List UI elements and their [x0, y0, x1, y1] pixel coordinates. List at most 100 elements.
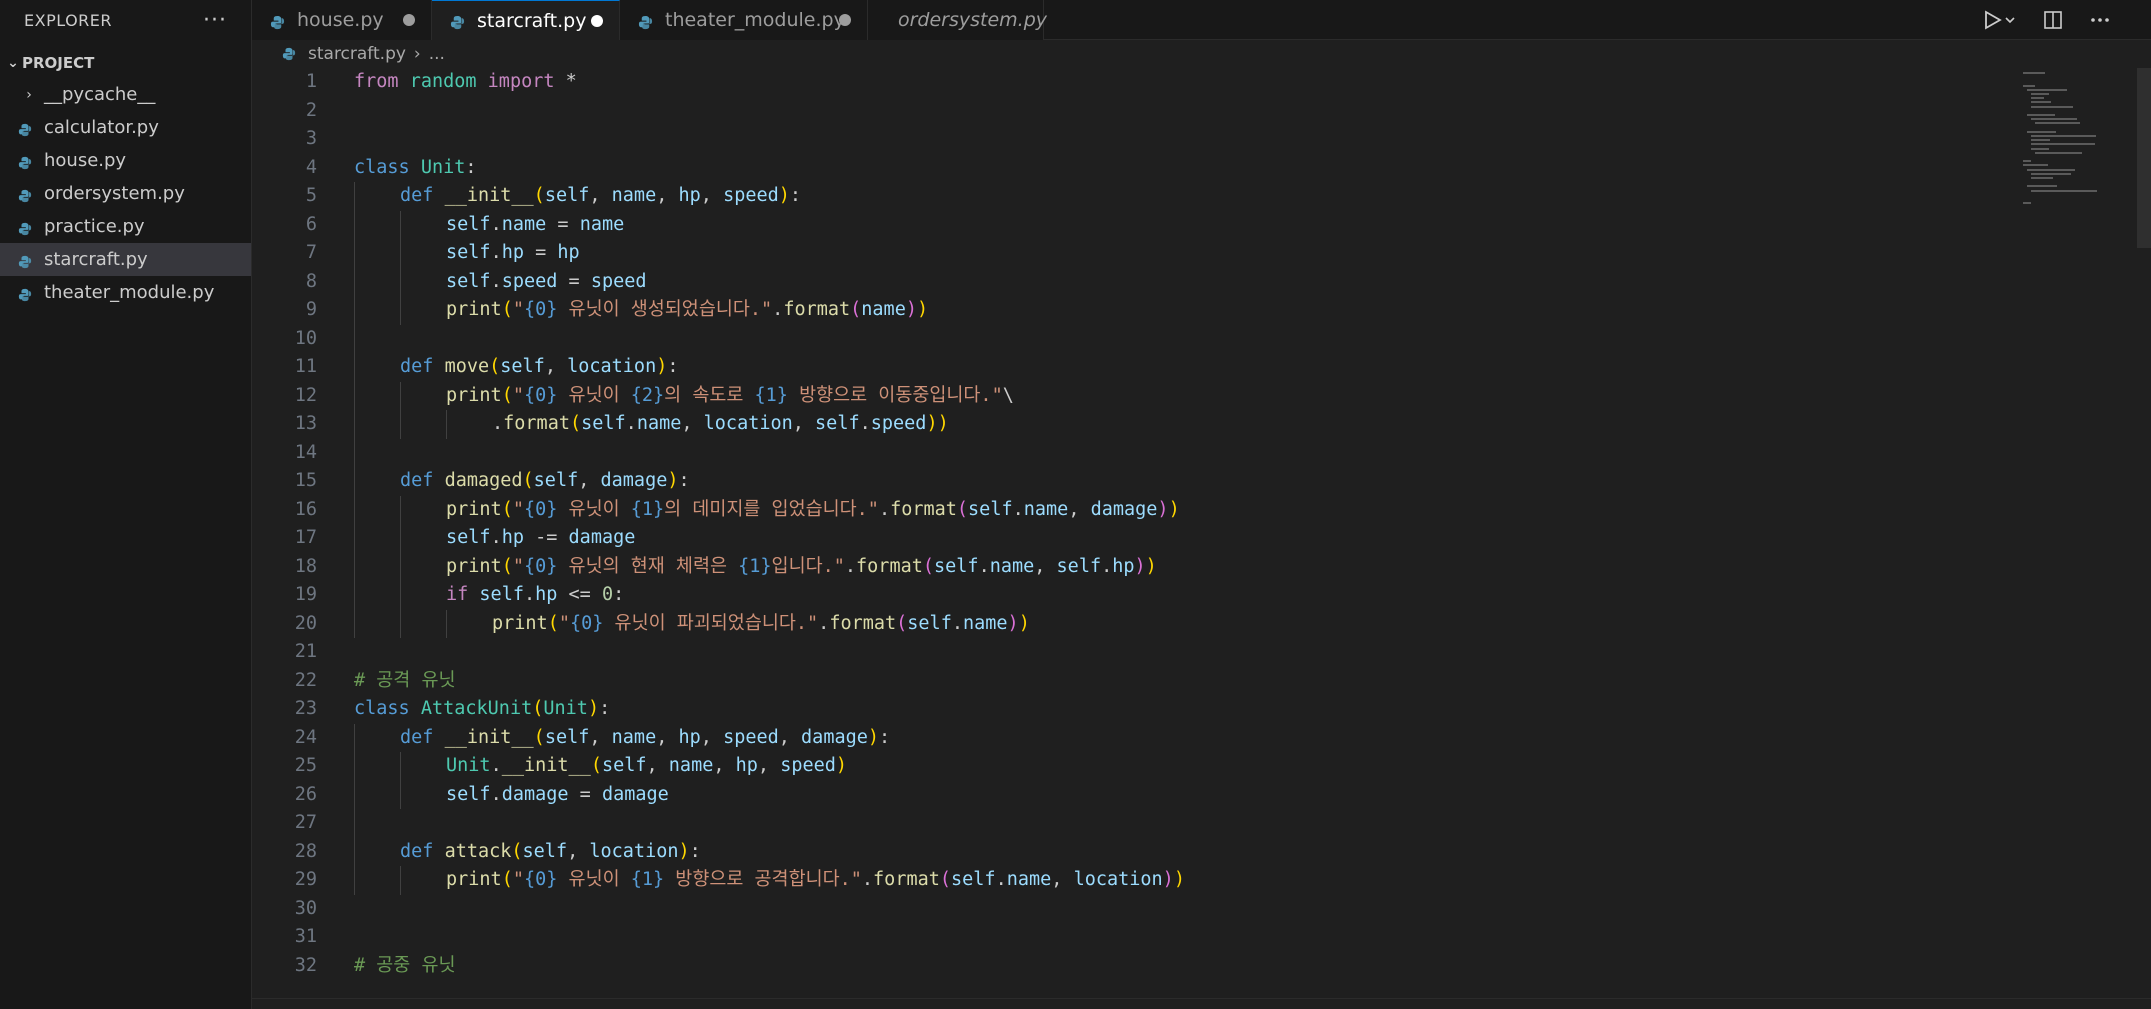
- code-line[interactable]: 7 self.hp = hp: [252, 239, 2151, 268]
- code-line[interactable]: 17 self.hp -= damage: [252, 524, 2151, 553]
- python-file-icon: [450, 13, 465, 30]
- code-line[interactable]: 8 self.speed = speed: [252, 268, 2151, 297]
- code-line[interactable]: 24 def __init__(self, name, hp, speed, da…: [252, 724, 2151, 753]
- unsaved-dot-icon[interactable]: [839, 14, 851, 26]
- indent-guide: [400, 381, 401, 439]
- line-number: 32: [294, 954, 317, 976]
- explorer-more-button[interactable]: ···: [203, 8, 227, 33]
- unsaved-dot-icon[interactable]: [591, 15, 603, 27]
- unsaved-dot-icon[interactable]: [403, 14, 415, 26]
- code-text: def __init__(self, name, hp, speed):: [400, 185, 802, 206]
- more-actions-icon[interactable]: [2089, 10, 2111, 30]
- line-number: 31: [294, 926, 317, 947]
- code-line[interactable]: 6 self.name = name: [252, 211, 2151, 240]
- line-number: 29: [294, 869, 317, 890]
- tree-file[interactable]: house.py: [0, 144, 251, 177]
- code-line[interactable]: 18 print("{0} 유닛의 현재 체력은 {1}입니다.".format(…: [252, 553, 2151, 582]
- code-line[interactable]: 3: [252, 125, 2151, 154]
- tree-item-label: starcraft.py: [44, 249, 148, 270]
- code-line[interactable]: 15 def damaged(self, damage):: [252, 467, 2151, 496]
- line-number: 18: [294, 555, 317, 577]
- minimap-line: [2027, 168, 2076, 171]
- code-line[interactable]: 27: [252, 809, 2151, 838]
- code-line[interactable]: 2: [252, 97, 2151, 126]
- horizontal-scrollbar[interactable]: [252, 998, 2151, 1009]
- editor-tab[interactable]: theater_module.py: [620, 0, 868, 40]
- code-line[interactable]: 11 def move(self, location):: [252, 353, 2151, 382]
- tree-file[interactable]: theater_module.py: [0, 276, 251, 309]
- code-text: print("{0} 유닛이 {2}의 속도로 {1} 방향으로 이동중입니다.…: [446, 384, 1014, 406]
- code-line[interactable]: 32 # 공중 유닛: [252, 952, 2151, 981]
- code-text: print("{0} 유닛의 현재 체력은 {1}입니다.".format(se…: [446, 555, 1157, 577]
- code-line[interactable]: 4 class Unit:: [252, 154, 2151, 183]
- code-text: self.damage = damage: [446, 783, 669, 805]
- code-line[interactable]: 1 from random import *: [252, 68, 2151, 97]
- indent-guide: [400, 866, 401, 895]
- editor-actions: [1983, 0, 2111, 40]
- code-line[interactable]: 5 def __init__(self, name, hp, speed):: [252, 182, 2151, 211]
- line-number: 12: [294, 384, 317, 406]
- minimap-line: [2035, 151, 2083, 154]
- tab-label: starcraft.py: [477, 9, 587, 32]
- line-number: 30: [294, 897, 317, 919]
- code-line[interactable]: 26 self.damage = damage: [252, 781, 2151, 810]
- minimap-line: [2023, 84, 2036, 87]
- line-number: 14: [294, 441, 317, 463]
- tree-file[interactable]: practice.py: [0, 210, 251, 243]
- minimap-line: [2031, 143, 2095, 146]
- tree-folder[interactable]: › __pycache__: [0, 78, 251, 111]
- code-line[interactable]: 22 # 공격 유닛: [252, 667, 2151, 696]
- code-text: self.name = name: [446, 213, 625, 235]
- code-line[interactable]: 28 def attack(self, location):: [252, 838, 2151, 867]
- code-line[interactable]: 31: [252, 923, 2151, 952]
- editor-tab[interactable]: ordersystem.py: [868, 0, 1047, 40]
- minimap-line: [2031, 118, 2078, 121]
- code-line[interactable]: 12 print("{0} 유닛이 {2}의 속도로 {1} 방향으로 이동중입니…: [252, 382, 2151, 411]
- chevron-right-icon: ›: [413, 44, 421, 64]
- vertical-scrollbar[interactable]: [2137, 68, 2151, 248]
- code-editor[interactable]: 1 from random import * 2 3 4 class Unit: 5 def …: [252, 68, 2151, 1009]
- code-line[interactable]: 23 class AttackUnit(Unit):: [252, 695, 2151, 724]
- code-line[interactable]: 21: [252, 638, 2151, 667]
- tree-item-label: practice.py: [44, 216, 145, 237]
- project-folder-header[interactable]: ⌄ PROJECT: [0, 48, 251, 78]
- breadcrumb-file[interactable]: starcraft.py: [308, 44, 406, 64]
- split-editor-icon[interactable]: [2043, 10, 2063, 30]
- line-number: 2: [305, 99, 317, 121]
- minimap-line: [2027, 88, 2067, 91]
- line-number: 5: [305, 185, 317, 206]
- line-number: 1: [305, 71, 317, 92]
- code-line[interactable]: 25 Unit.__init__(self, name, hp, speed): [252, 752, 2151, 781]
- code-line[interactable]: 20 print("{0} 유닛이 파괴되었습니다.".format(self.n…: [252, 610, 2151, 639]
- tree-file[interactable]: starcraft.py: [0, 243, 251, 276]
- tree-file[interactable]: ordersystem.py: [0, 177, 251, 210]
- indent-guide: [400, 752, 401, 809]
- code-line[interactable]: 13 .format(self.name, location, self.spee…: [252, 410, 2151, 439]
- code-line[interactable]: 9 print("{0} 유닛이 생성되었습니다.".format(name)): [252, 296, 2151, 325]
- tree-file[interactable]: calculator.py: [0, 111, 251, 144]
- editor-tab[interactable]: starcraft.py: [432, 0, 620, 40]
- line-number: 11: [294, 356, 317, 377]
- code-text: def __init__(self, name, hp, speed, dama…: [400, 726, 891, 748]
- code-line[interactable]: 29 print("{0} 유닛이 {1} 방향으로 공격합니다.".format…: [252, 866, 2151, 895]
- code-line[interactable]: 10: [252, 325, 2151, 354]
- code-line[interactable]: 19 if self.hp <= 0:: [252, 581, 2151, 610]
- tree-item-label: theater_module.py: [44, 282, 215, 303]
- indent-guide: [446, 609, 447, 638]
- run-icon[interactable]: [1983, 10, 2017, 30]
- line-number: 7: [305, 242, 317, 263]
- editor-tab-bar: house.py starcraft.py theater_module.py ord…: [252, 0, 2151, 40]
- minimap[interactable]: [2023, 72, 2123, 392]
- code-text: print("{0} 유닛이 {1} 방향으로 공격합니다.".format(s…: [446, 869, 1185, 890]
- code-line[interactable]: 14: [252, 439, 2151, 468]
- code-text: def damaged(self, damage):: [400, 470, 690, 491]
- code-line[interactable]: 30: [252, 895, 2151, 924]
- code-text: def attack(self, location):: [400, 840, 701, 862]
- code-text: if self.hp <= 0:: [446, 584, 625, 605]
- editor-tab[interactable]: house.py: [252, 0, 432, 40]
- indent-guide: [354, 182, 355, 638]
- code-line[interactable]: 16 print("{0} 유닛이 {1}의 데미지를 입었습니다.".forma…: [252, 496, 2151, 525]
- python-file-icon: [18, 253, 32, 268]
- breadcrumb-symbol[interactable]: ...: [429, 44, 445, 64]
- file-tree: › __pycache__ calculator.py house.py ordersy…: [0, 78, 251, 309]
